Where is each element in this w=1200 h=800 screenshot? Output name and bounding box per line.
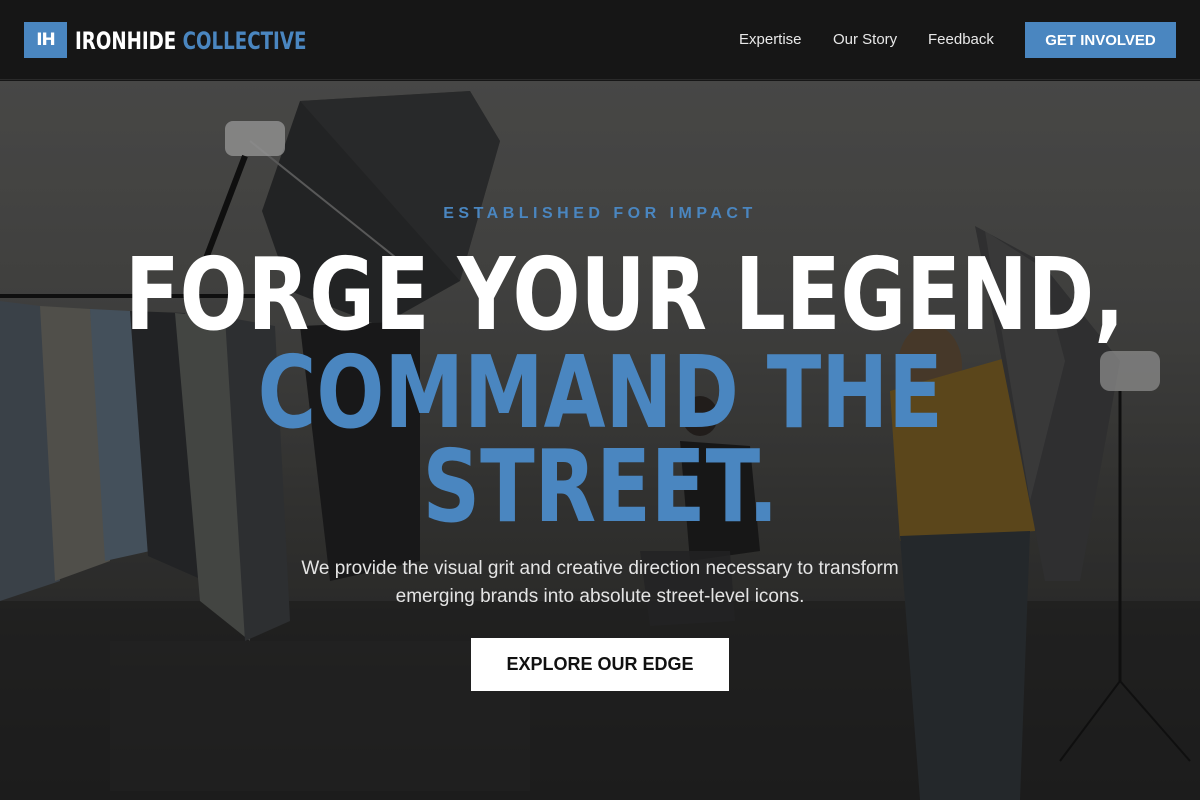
- logo-mark[interactable]: IH: [24, 22, 67, 58]
- nav-link-feedback[interactable]: Feedback: [928, 30, 994, 50]
- nav-link-our-story[interactable]: Our Story: [833, 30, 897, 50]
- nav-link-expertise[interactable]: Expertise: [739, 30, 802, 50]
- hero-section: ESTABLISHED FOR IMPACT FORGE YOUR LEGEND…: [0, 81, 1200, 800]
- hero-eyebrow: ESTABLISHED FOR IMPACT: [443, 205, 757, 222]
- top-navigation: IH IRONHIDE COLLECTIVE Expertise Our Sto…: [0, 0, 1200, 80]
- hero-headline-line-1: FORGE YOUR LEGEND,: [124, 236, 1125, 353]
- brand-name-accent: COLLECTIVE: [182, 27, 307, 55]
- brand-logo[interactable]: IRONHIDE COLLECTIVE: [75, 26, 306, 56]
- hero-subtext: We provide the visual grit and creative …: [301, 558, 899, 607]
- hero-headline-line-3: STREET.: [422, 428, 778, 545]
- brand-name-primary: IRONHIDE: [75, 27, 177, 55]
- get-involved-button[interactable]: GET INVOLVED: [1025, 22, 1176, 58]
- explore-our-edge-button[interactable]: EXPLORE OUR EDGE: [471, 638, 729, 691]
